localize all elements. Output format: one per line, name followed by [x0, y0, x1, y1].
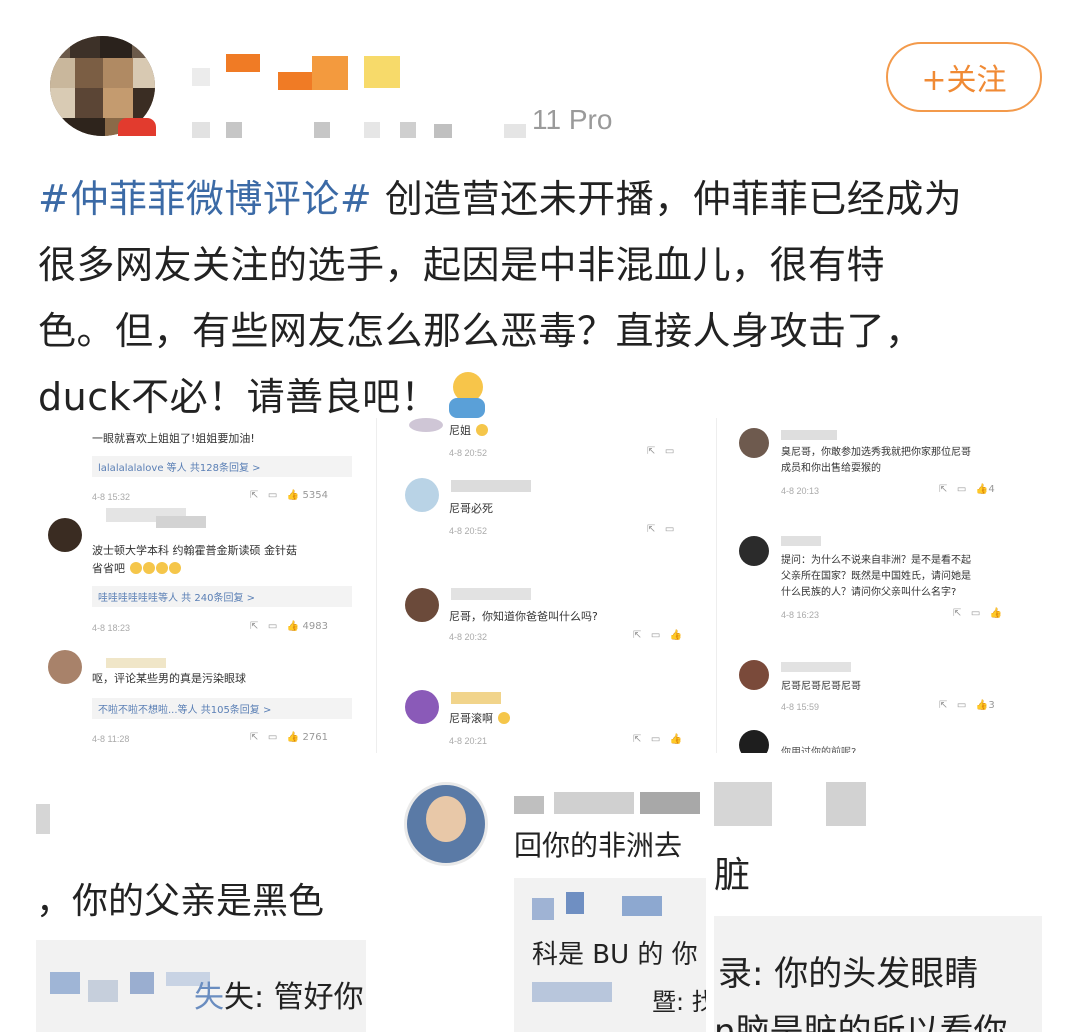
comment-date: 4-8 16:23	[781, 610, 820, 620]
commenter-avatar[interactable]	[739, 730, 769, 753]
action-icons[interactable]: ⇱ ▭ 👍	[633, 630, 682, 641]
comment-text: 波士顿大学本科 约翰霍普金斯读硕 金针菇	[92, 544, 297, 557]
comment-date: 4-8 20:21	[449, 736, 488, 746]
zoom-comment-text: ，你的父亲是黑色	[36, 881, 325, 922]
commenter-name-blurred[interactable]	[451, 588, 531, 600]
comment-date: 4-8 20:13	[781, 486, 820, 496]
comment-date: 4-8 18:23	[92, 623, 131, 633]
post-line-3: 色。但，有些网友怎么那么恶毒？直接人身攻击了，	[38, 309, 924, 353]
action-icons[interactable]: ⇱ ▭ 👍	[633, 734, 682, 745]
like-count: 5354	[302, 490, 328, 501]
comment-text: 尼姐	[449, 422, 488, 439]
comment-text: 呕，评论某些男的真是污染眼球	[92, 672, 246, 685]
comment-screenshot-3: 臭尼哥，你敢参加选秀我就把你家那位尼哥 成员和你出售给耍猴的 4-8 20:13…	[716, 418, 1042, 753]
commenter-avatar[interactable]	[48, 650, 82, 684]
action-icons[interactable]: ⇱ ▭ 👍 5354	[250, 490, 328, 501]
blurred-name	[532, 982, 612, 1002]
blurred-name	[130, 972, 154, 994]
like-count: 4983	[302, 621, 328, 632]
commenter-name-blurred[interactable]	[781, 662, 851, 672]
reply-summary-link[interactable]: 不啦不啦不想啦...等人 共105条回复 >	[92, 698, 352, 719]
post-line-2: 很多网友关注的选手，起因是中非混血儿，很有特	[38, 243, 886, 287]
comment-date: 4-8 20:52	[449, 526, 488, 536]
blurred-name	[622, 896, 662, 916]
comment-text: 尼哥，你知道你爸爸叫什么吗?	[449, 610, 598, 623]
avatar-face	[426, 796, 466, 842]
comment-date: 4-8 20:52	[449, 448, 488, 458]
like-count: 3	[988, 700, 995, 711]
reply-summary-link[interactable]: lalalalalalove 等人 共128条回复 >	[92, 456, 352, 477]
comment-text: 省省吧	[92, 560, 181, 577]
commenter-name-blurred[interactable]	[781, 536, 821, 546]
comment-text: 父亲所在国家？既然是中国姓氏，请问她是	[781, 571, 971, 582]
zoom-reply-text: 失失: 管好你	[194, 980, 364, 1015]
blurred-name	[50, 972, 80, 994]
comment-date: 4-8 15:32	[92, 492, 131, 502]
comment-screenshot-1: 一眼就喜欢上姐姐了!姐姐要加油! lalalalalalove 等人 共128条…	[36, 418, 366, 753]
action-icons[interactable]: ⇱ ▭ 👍 2761	[250, 732, 328, 743]
zoom-reply-text: 暨: 找	[652, 988, 706, 1016]
blurred-name	[88, 980, 118, 1002]
post-line-4: duck不必！请善良吧！	[38, 375, 440, 419]
comment-text: 成员和你出售给耍猴的	[781, 463, 881, 474]
comment-date: 4-8 15:59	[781, 702, 820, 712]
commenter-avatar[interactable]	[405, 478, 439, 512]
comment-text: 一眼就喜欢上姐姐了!姐姐要加油!	[92, 432, 255, 445]
commenter-name-blurred[interactable]	[451, 480, 531, 492]
follow-button[interactable]: +关注	[886, 42, 1042, 112]
comment-text: 你用过你的前呢?	[781, 747, 857, 753]
commenter-name-blurred[interactable]	[451, 692, 501, 704]
comment-date: 4-8 11:28	[92, 734, 130, 744]
blurred-name	[532, 898, 554, 920]
zoom-screenshot-middle: 回你的非洲去 科是 BU 的 你 暨: 找	[376, 760, 706, 1032]
commenter-avatar[interactable]	[405, 588, 439, 622]
commenter-name-blurred[interactable]	[781, 430, 837, 440]
commenter-name-blurred[interactable]	[156, 516, 206, 528]
action-icons[interactable]: ⇱ ▭ 👍3	[939, 700, 995, 711]
comment-text: 尼哥必死	[449, 502, 493, 515]
commenter-avatar[interactable]	[409, 418, 443, 432]
commenter-avatar[interactable]	[48, 518, 82, 552]
commenter-avatar[interactable]	[739, 660, 769, 690]
blurred-name	[714, 782, 772, 826]
commenter-avatar[interactable]	[405, 690, 439, 724]
comment-screenshot-2: 尼姐 4-8 20:52 ⇱ ▭ 尼哥必死 4-8 20:52 ⇱ ▭ 尼哥，你…	[376, 418, 706, 753]
verified-badge-icon	[118, 118, 156, 136]
post-line-1: 创造营还未开播，仲菲菲已经成为	[372, 177, 963, 221]
zoom-comment-text: 回你的非洲去	[514, 829, 683, 862]
reply-summary-link[interactable]: 哇哇哇哇哇哇等人 共 240条回复 >	[92, 586, 352, 607]
blurred-name	[554, 792, 634, 814]
comment-date: 4-8 20:32	[449, 632, 488, 642]
blurred-name	[514, 796, 544, 814]
comment-text: 尼哥尼哥尼哥尼哥	[781, 681, 861, 692]
zoom-screenshot-left: ，你的父亲是黑色 失失: 管好你	[36, 776, 366, 1032]
hashtag-link[interactable]: #仲菲菲微博评论#	[38, 177, 372, 221]
comment-text: 什么民族的人？请问你父亲叫什么名字?	[781, 587, 957, 598]
blurred-name	[640, 792, 700, 814]
device-label: 11 Pro	[532, 104, 613, 135]
commenter-name-blurred[interactable]	[106, 658, 166, 668]
commenter-avatar[interactable]	[739, 536, 769, 566]
blurred-name	[826, 782, 866, 826]
action-icons[interactable]: ⇱ ▭ 👍 4983	[250, 621, 328, 632]
action-icons[interactable]: ⇱ ▭	[647, 524, 674, 535]
zoom-reply-text: 录: 你的头发眼睛	[718, 954, 979, 994]
commenter-avatar[interactable]	[739, 428, 769, 458]
action-icons[interactable]: ⇱ ▭ 👍	[953, 608, 1002, 619]
zoom-comment-text: 脏	[714, 855, 751, 896]
zoom-reply-text: 科是 BU 的 你	[532, 940, 698, 970]
comment-text: 尼哥滚啊	[449, 710, 510, 727]
blurred-name	[566, 892, 584, 914]
comment-text: 提问：为什么不说来自非洲？是不是看不起	[781, 555, 971, 566]
action-icons[interactable]: ⇱ ▭ 👍4	[939, 484, 995, 495]
like-count: 2761	[302, 732, 328, 743]
comment-text: 臭尼哥，你敢参加选秀我就把你家那位尼哥	[781, 447, 971, 458]
post-text: #仲菲菲微博评论# 创造营还未开播，仲菲菲已经成为 很多网友关注的选手，起因是中…	[38, 166, 1048, 430]
blurred-name	[36, 804, 50, 834]
zoom-reply-text: n脑是脏的所以看你	[714, 1012, 1008, 1032]
zoom-screenshot-right: 脏 录: 你的头发眼睛 n脑是脏的所以看你	[714, 760, 1042, 1032]
like-count: 4	[988, 484, 995, 495]
action-icons[interactable]: ⇱ ▭	[647, 446, 674, 457]
smile-emoji-icon	[447, 372, 487, 420]
